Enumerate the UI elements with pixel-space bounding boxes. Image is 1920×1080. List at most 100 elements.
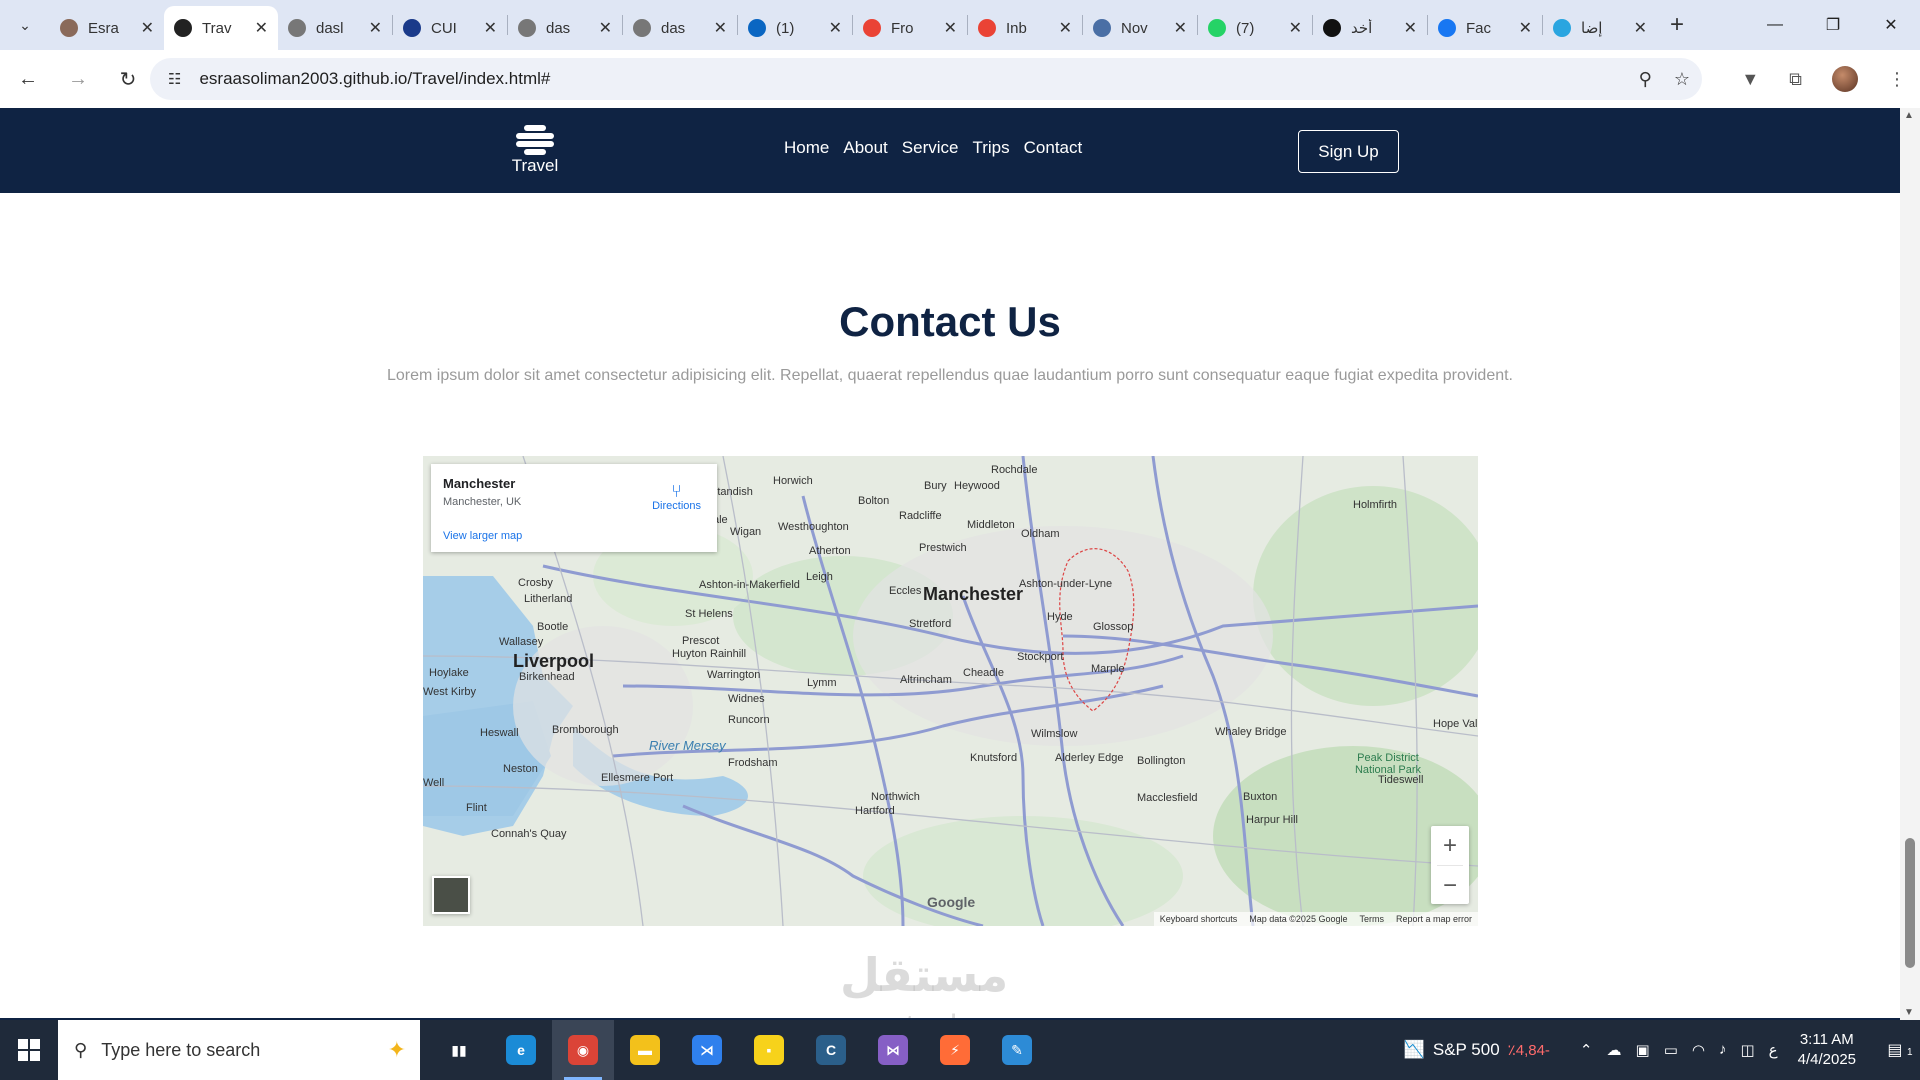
menu-kebab-icon[interactable]: ⋮ <box>1888 69 1906 90</box>
nav-link-contact[interactable]: Contact <box>1024 138 1083 158</box>
browser-tab[interactable]: dasl ✕ <box>278 9 392 47</box>
taskbar-app[interactable]: ✎ <box>986 1020 1048 1080</box>
notification-icon: ▤ <box>1887 1042 1903 1059</box>
site-logo[interactable]: Travel <box>508 123 562 176</box>
onedrive-icon[interactable]: ☁ <box>1607 1041 1622 1059</box>
browser-tab[interactable]: Nov ✕ <box>1083 9 1197 47</box>
map-attribution-item[interactable]: Report a map error <box>1396 914 1472 924</box>
camera-icon <box>174 19 192 37</box>
browser-tab[interactable]: das ✕ <box>623 9 737 47</box>
start-button[interactable] <box>0 1020 58 1080</box>
directions-button[interactable]: ⑂ Directions <box>652 482 701 512</box>
input-language[interactable]: ع <box>1769 1041 1778 1059</box>
browser-tab[interactable]: (1) ✕ <box>738 9 852 47</box>
map-place-label: Radcliffe <box>899 510 942 522</box>
nav-link-home[interactable]: Home <box>784 138 829 158</box>
close-tab-icon[interactable]: ✕ <box>484 18 497 38</box>
close-tab-icon[interactable]: ✕ <box>1059 18 1072 38</box>
close-tab-icon[interactable]: ✕ <box>714 18 727 38</box>
notification-button[interactable]: ▤ 1 <box>1880 1040 1920 1060</box>
browser-tab[interactable]: CUI ✕ <box>393 9 507 47</box>
new-tab-button[interactable]: + <box>1657 11 1697 39</box>
browser-tab[interactable]: Trav ✕ <box>164 6 278 50</box>
close-tab-icon[interactable]: ✕ <box>1634 18 1647 38</box>
embedded-map[interactable]: Manchester Liverpool Rochdale Bolton Bury Hey… <box>423 456 1478 926</box>
taskbar-app[interactable]: ▬ <box>614 1020 676 1080</box>
browser-tab[interactable]: أخد ✕ <box>1313 9 1427 47</box>
view-larger-map-link[interactable]: View larger map <box>443 530 522 542</box>
volume-icon[interactable]: ♪ <box>1719 1041 1727 1059</box>
close-tab-icon[interactable]: ✕ <box>1404 18 1417 38</box>
stock-widget[interactable]: 📉 S&P 500 ٪4,84- <box>1404 1040 1550 1060</box>
tab-title: CUI <box>431 19 457 37</box>
zoom-out-button[interactable]: − <box>1431 866 1469 905</box>
globe-icon <box>288 19 306 37</box>
site-info-icon[interactable]: ☷ <box>168 70 181 88</box>
close-tab-icon[interactable]: ✕ <box>141 18 154 38</box>
page-scrollbar[interactable]: ▲ ▼ <box>1900 108 1920 1020</box>
profile-avatar[interactable] <box>1832 66 1858 92</box>
battery-icon[interactable]: ▭ <box>1664 1041 1678 1059</box>
browser-tab[interactable]: Fac ✕ <box>1428 9 1542 47</box>
taskbar-app[interactable]: ◉ <box>552 1020 614 1080</box>
windows-taskbar: ⚲ Type here to search ✦ ▮▮ e ◉ ▬ ⋊ ▪ C ⋈ ⚡ ✎ 📉 S&… <box>0 1020 1920 1080</box>
bookmark-star-icon[interactable]: ☆ <box>1674 69 1690 90</box>
clock[interactable]: 3:11 AM 4/4/2025 <box>1798 1030 1856 1070</box>
taskbar-search[interactable]: ⚲ Type here to search ✦ <box>58 1020 420 1080</box>
map-place-label: Neston <box>503 763 538 775</box>
display-icon[interactable]: ▣ <box>1636 1041 1650 1059</box>
scroll-thumb[interactable] <box>1905 838 1915 968</box>
browser-tab[interactable]: das ✕ <box>508 9 622 47</box>
browser-tab[interactable]: Esra ✕ <box>50 9 164 47</box>
restore-button[interactable]: ❐ <box>1804 0 1862 50</box>
close-tab-icon[interactable]: ✕ <box>1289 18 1302 38</box>
nav-link-trips[interactable]: Trips <box>972 138 1009 158</box>
tab-search-button[interactable]: ⌄ <box>0 0 50 50</box>
map-attribution-item[interactable]: Keyboard shortcuts <box>1160 914 1238 924</box>
reload-button[interactable]: ↻ <box>106 57 150 101</box>
taskbar-app[interactable]: C <box>800 1020 862 1080</box>
close-tab-icon[interactable]: ✕ <box>829 18 842 38</box>
minimize-button[interactable]: — <box>1746 0 1804 50</box>
address-bar[interactable]: ☷ esraasoliman2003.github.io/Travel/inde… <box>150 58 1702 100</box>
meet-icon[interactable]: ◫ <box>1740 1041 1754 1059</box>
taskbar-app[interactable]: ⋈ <box>862 1020 924 1080</box>
close-tab-icon[interactable]: ✕ <box>369 18 382 38</box>
map-place-label: Harpur Hill <box>1246 814 1298 826</box>
taskbar-app[interactable]: ⚡ <box>924 1020 986 1080</box>
scroll-up-icon[interactable]: ▲ <box>1904 110 1914 121</box>
map-place-label: Middleton <box>967 519 1015 531</box>
nav-link-about[interactable]: About <box>843 138 887 158</box>
wifi-icon[interactable]: ◠ <box>1692 1041 1705 1059</box>
taskbar-app[interactable]: ▮▮ <box>428 1020 490 1080</box>
forward-button[interactable]: → <box>56 57 100 101</box>
browser-tab[interactable]: Fro ✕ <box>853 9 967 47</box>
back-button[interactable]: ← <box>6 57 50 101</box>
close-tab-icon[interactable]: ✕ <box>255 18 268 38</box>
chevron-up-icon[interactable]: ⌃ <box>1580 1041 1593 1059</box>
close-tab-icon[interactable]: ✕ <box>1174 18 1187 38</box>
map-layer-toggle[interactable] <box>432 876 470 914</box>
url-text[interactable]: esraasoliman2003.github.io/Travel/index.… <box>199 69 550 89</box>
extensions-puzzle-icon[interactable]: ⧉ <box>1789 69 1802 90</box>
nav-link-service[interactable]: Service <box>902 138 959 158</box>
scroll-down-icon[interactable]: ▼ <box>1904 1007 1914 1018</box>
map-attribution-item[interactable]: Terms <box>1359 914 1384 924</box>
map-place-label: Ellesmere Port <box>601 772 674 784</box>
close-window-button[interactable]: ✕ <box>1862 0 1920 50</box>
close-tab-icon[interactable]: ✕ <box>944 18 957 38</box>
sign-up-button[interactable]: Sign Up <box>1298 130 1399 173</box>
taskbar-app[interactable]: e <box>490 1020 552 1080</box>
browser-tab[interactable]: (7) ✕ <box>1198 9 1312 47</box>
browser-tab[interactable]: Inb ✕ <box>968 9 1082 47</box>
browser-tab[interactable]: إضا ✕ <box>1543 9 1657 47</box>
taskbar-app[interactable]: ⋊ <box>676 1020 738 1080</box>
zoom-in-button[interactable]: + <box>1431 826 1469 865</box>
extension-v-icon[interactable]: ▼ <box>1741 69 1759 90</box>
close-tab-icon[interactable]: ✕ <box>1519 18 1532 38</box>
taskbar-app[interactable]: ▪ <box>738 1020 800 1080</box>
map-place-label: St Helens <box>685 608 733 620</box>
close-tab-icon[interactable]: ✕ <box>599 18 612 38</box>
zoom-icon[interactable]: ⚲ <box>1639 69 1652 90</box>
map-place-label: Macclesfield <box>1137 792 1198 804</box>
